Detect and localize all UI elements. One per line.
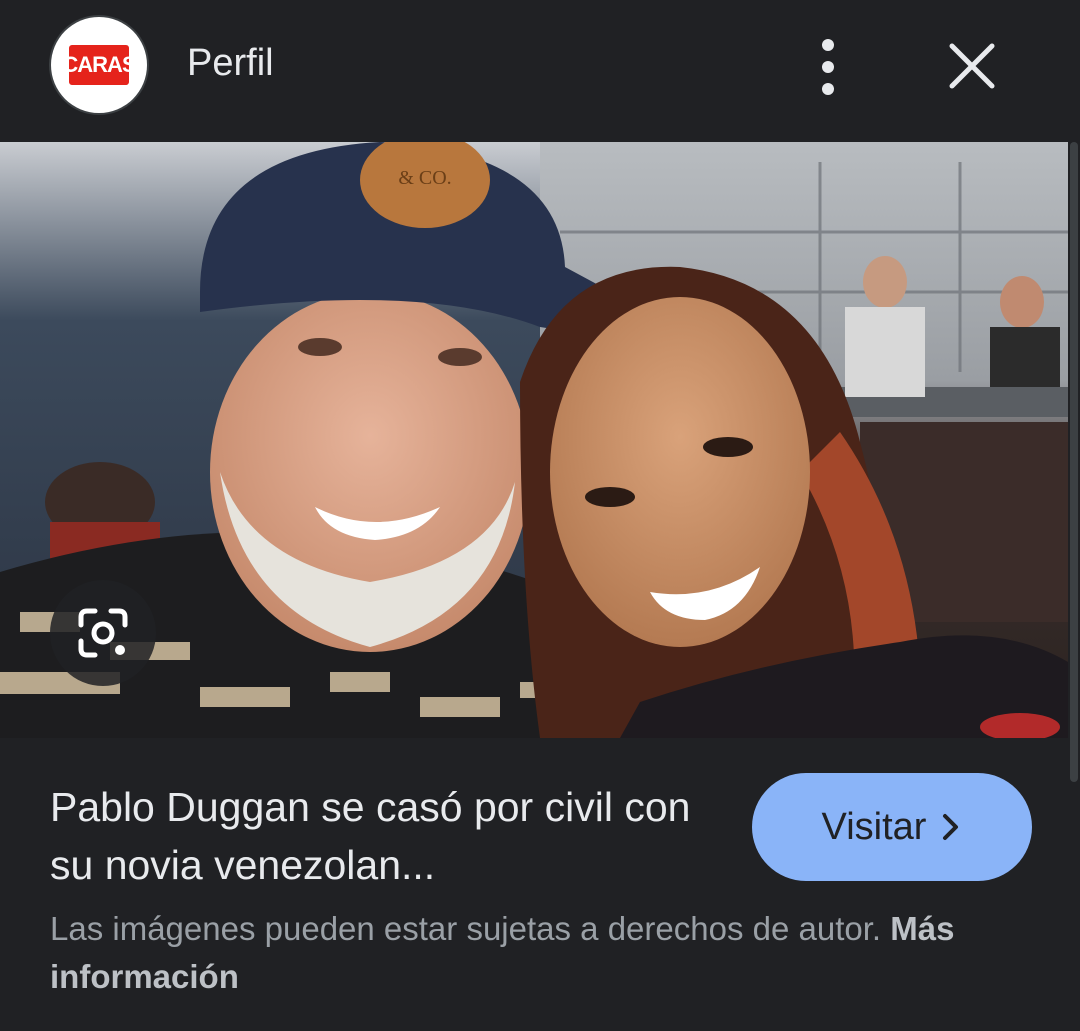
more-vert-icon [822, 39, 834, 95]
chevron-right-icon [943, 814, 959, 840]
photo-illustration: & CO. [0, 142, 1068, 738]
more-options-button[interactable] [806, 35, 850, 99]
lens-search-button[interactable] [50, 580, 156, 686]
result-headline[interactable]: Pablo Duggan se casó por civil con su no… [50, 778, 730, 894]
close-button[interactable] [944, 38, 1000, 94]
visit-button-label: Visitar [821, 805, 927, 848]
top-bar: CARAS Perfil [0, 0, 1080, 142]
copyright-notice: Las imágenes pueden estar sujetas a dere… [50, 905, 1040, 1001]
copyright-notice-text: Las imágenes pueden estar sujetas a dere… [50, 910, 882, 947]
caras-logo-text: CARAS [62, 45, 137, 85]
result-image[interactable]: & CO. [0, 142, 1068, 738]
page-title[interactable]: Perfil [187, 42, 274, 85]
close-icon [949, 43, 995, 89]
site-logo[interactable]: CARAS [51, 17, 147, 113]
visit-button[interactable]: Visitar [752, 773, 1032, 881]
cap-patch-text: & CO. [398, 167, 451, 189]
scrollbar[interactable] [1070, 142, 1078, 782]
google-lens-icon [78, 608, 128, 658]
